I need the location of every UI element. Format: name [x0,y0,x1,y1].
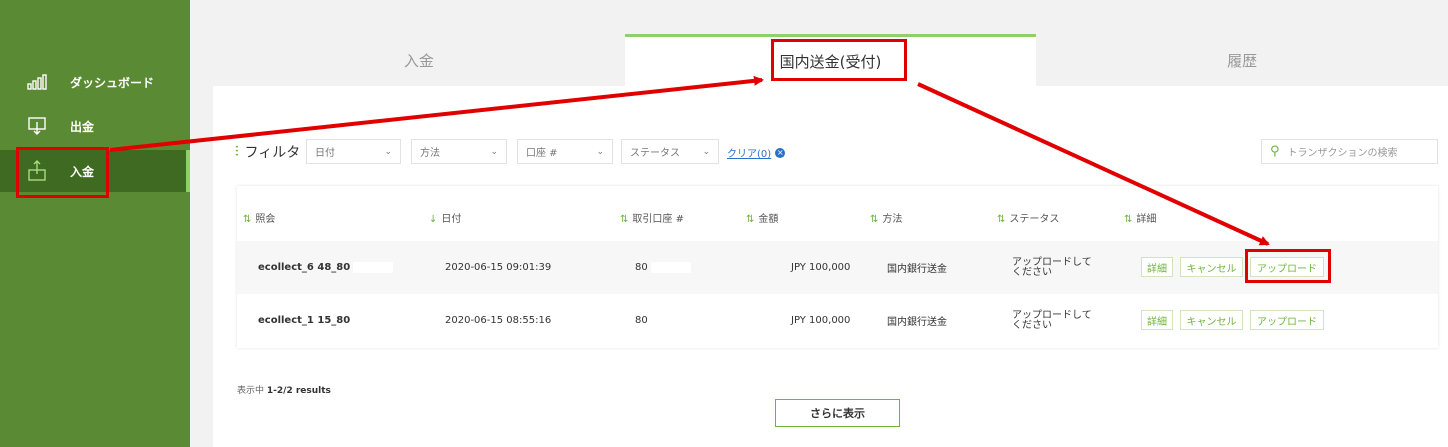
upload-button[interactable]: アップロード [1250,310,1324,330]
date-cell: 2020-06-15 09:01:39 [445,262,552,273]
redaction [353,315,394,326]
details-button[interactable]: 詳細 [1141,310,1173,330]
withdraw-icon [26,115,48,137]
bar-chart-icon [26,71,48,93]
show-more-button[interactable]: さらに表示 [775,399,900,427]
amount-cell: JPY 100,000 [791,315,851,326]
account-filter-select[interactable]: 口座 # ⌄ [517,139,613,164]
method-cell: 国内銀行送金 [887,264,947,275]
chevron-down-icon: ⌄ [596,146,604,157]
status-cell: アップロードして ください [1012,256,1092,278]
table-header: ⇅ 照会 ↓ 日付 ⇅ 取引口座 # ⇅ 金額 ⇅ 方法 ⇅ ステータス ⇅ 詳細 [237,186,1438,241]
chevron-down-icon: ⌄ [384,146,392,157]
date-filter-select[interactable]: 日付 ⌄ [306,139,401,164]
chevron-down-icon: ⌄ [490,146,498,157]
sort-icon: ⇅ [746,214,755,225]
results-count: 表示中 1-2/2 results [237,386,331,396]
filter-label: ⫶ フィルタ [235,144,301,161]
details-button[interactable]: 詳細 [1141,257,1173,277]
column-header-details[interactable]: ⇅ 詳細 [1124,210,1156,225]
column-header-account[interactable]: ⇅ 取引口座 # [620,210,684,225]
reference-cell: ecollect_1 15_80 [258,294,394,347]
sidebar: ダッシュボード 出金 入金 [0,0,190,447]
chevron-down-icon: ⌄ [702,146,710,157]
redaction [353,262,394,273]
sort-icon: ⇅ [1124,214,1133,225]
date-cell: 2020-06-15 08:55:16 [445,315,552,326]
status-filter-select[interactable]: ステータス ⌄ [621,139,719,164]
clear-filters-link[interactable]: クリア(0) × [727,145,786,160]
account-cell: 80 [635,241,691,294]
sort-down-icon: ↓ [429,214,438,225]
column-header-method[interactable]: ⇅ 方法 [870,210,902,225]
transaction-search-input[interactable]: ⚲ トランザクションの検索 [1261,139,1438,164]
sort-icon: ⇅ [997,214,1006,225]
amount-cell: JPY 100,000 [791,262,851,273]
account-cell: 80 [635,315,648,326]
search-icon: ⚲ [1270,144,1280,159]
redaction [650,262,691,273]
annotation-highlight-deposit [16,147,109,198]
column-header-reference[interactable]: ⇅ 照会 [243,210,275,225]
sidebar-item-label: ダッシュボード [70,75,155,90]
tab-history[interactable]: 履歴 [1036,34,1448,86]
cancel-button[interactable]: キャンセル [1180,310,1243,330]
annotation-highlight-tab [771,39,907,81]
reference-cell: ecollect_6 48_80 [258,241,394,294]
method-filter-select[interactable]: 方法 ⌄ [411,139,507,164]
sort-icon: ⇅ [620,214,629,225]
annotation-highlight-upload [1245,249,1331,283]
sidebar-item-withdraw[interactable]: 出金 [0,105,190,147]
sidebar-item-dashboard[interactable]: ダッシュボード [0,61,190,103]
close-icon: × [775,147,786,158]
column-header-amount[interactable]: ⇅ 金額 [746,210,778,225]
sidebar-item-label: 出金 [70,119,95,134]
filter-icon: ⫶ [235,144,239,160]
tab-deposit[interactable]: 入金 [213,34,625,86]
method-cell: 国内銀行送金 [887,317,947,328]
column-header-status[interactable]: ⇅ ステータス [997,210,1059,225]
table-row: ecollect_1 15_80 2020-06-15 08:55:16 80 … [237,294,1438,347]
column-header-date[interactable]: ↓ 日付 [429,210,461,225]
status-cell: アップロードして ください [1012,309,1092,331]
sort-icon: ⇅ [870,214,879,225]
sort-icon: ⇅ [243,214,252,225]
cancel-button[interactable]: キャンセル [1180,257,1243,277]
